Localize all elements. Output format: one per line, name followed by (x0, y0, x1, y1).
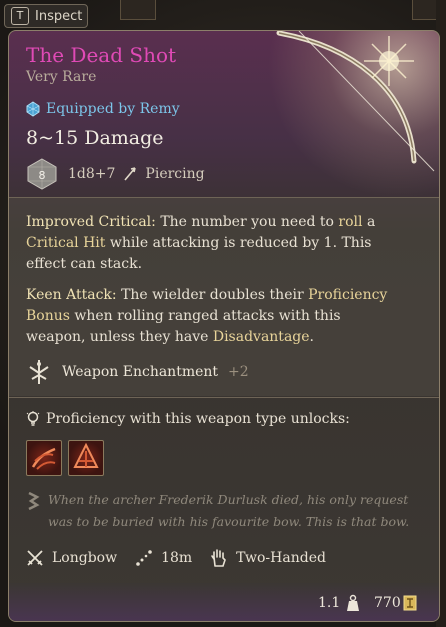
gold-icon (403, 595, 417, 611)
keyword-roll[interactable]: roll (338, 214, 362, 230)
crossed-swords-icon (27, 550, 43, 566)
inspect-key: T (11, 7, 29, 25)
inspect-hint[interactable]: T Inspect (4, 4, 88, 28)
inspect-label: Inspect (35, 8, 83, 24)
action-slot[interactable] (26, 440, 62, 476)
item-price: 770 (374, 595, 401, 611)
weapon-enchantment[interactable]: Weapon Enchantment +2 (26, 359, 249, 385)
passive-name: Keen Attack: (26, 287, 117, 303)
arrow-icon (124, 167, 137, 181)
passive-improved-critical: Improved Critical: The number you need t… (26, 214, 376, 272)
enchantment-label: Weapon Enchantment (62, 364, 219, 380)
enchantment-sigil-icon (29, 360, 49, 384)
range-dots-icon (136, 550, 152, 566)
piercing-shot-icon (31, 447, 56, 470)
damage-range: 8~15 Damage (26, 127, 164, 149)
keyword-disadvantage[interactable]: Disadvantage (213, 329, 310, 345)
damage-type: Piercing (145, 166, 205, 182)
damage-dice-row: 8 1d8+7 Piercing (26, 158, 205, 190)
bow-art-icon (276, 31, 435, 172)
item-weight: 1.1 (318, 595, 341, 611)
keyword-critical-hit[interactable]: Critical Hit (26, 235, 105, 251)
flavor-section: When the archer Frederik Durlusk died, h… (26, 489, 420, 533)
weapon-type: Longbow (52, 550, 118, 566)
item-tooltip: The Dead Shot Very Rare Equipped by Remy… (8, 30, 440, 622)
svg-text:8: 8 (39, 169, 46, 182)
d8-die-icon: 8 (27, 158, 57, 190)
mobile-shot-icon (73, 442, 99, 468)
item-rarity: Very Rare (26, 69, 97, 85)
item-name: The Dead Shot (26, 43, 177, 67)
weapon-range: 18m (161, 550, 193, 566)
action-slot[interactable] (68, 440, 104, 476)
weapon-handedness: Two-Handed (236, 550, 326, 566)
weight-icon (347, 594, 359, 611)
proficiency-unlocks: Proficiency with this weapon type unlock… (26, 411, 350, 427)
divider (9, 397, 439, 398)
scroll-icon (28, 492, 40, 510)
weapon-properties: Longbow 18m Two-Handed (26, 548, 336, 568)
gem-icon (26, 101, 40, 117)
enchantment-bonus: +2 (228, 364, 249, 380)
lightbulb-icon (26, 411, 40, 426)
proficiency-label: Proficiency with this weapon type unlock… (46, 411, 350, 427)
unlocked-actions (26, 440, 104, 476)
damage-dice: 1d8+7 (68, 166, 116, 182)
equipped-by: Equipped by Remy (26, 101, 180, 117)
hand-icon (211, 549, 227, 567)
passive-name: Improved Critical: (26, 214, 156, 230)
passive-keen-attack: Keen Attack: The wielder doubles their P… (26, 287, 388, 345)
background-slot (120, 0, 156, 20)
equipped-by-label: Equipped by Remy (46, 101, 180, 117)
flavor-text: When the archer Frederik Durlusk died, h… (48, 492, 410, 529)
